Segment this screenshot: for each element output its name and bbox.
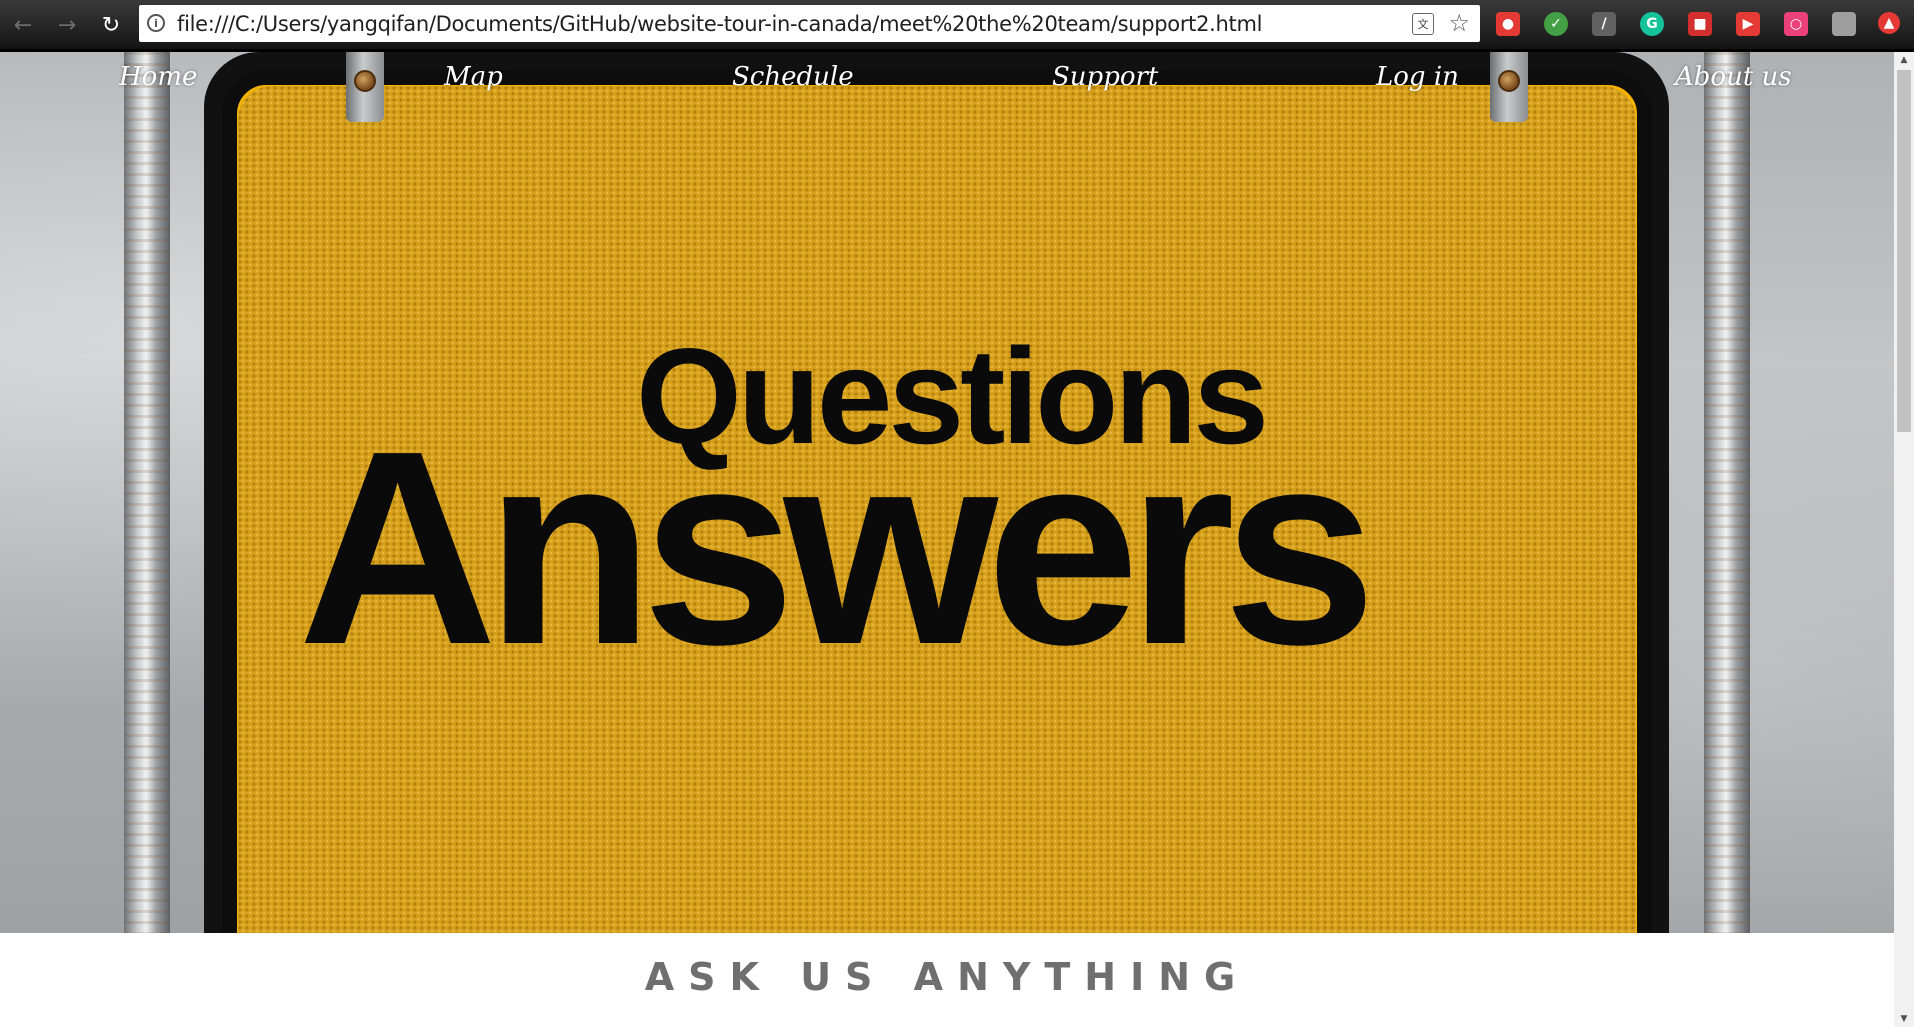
extension-red-play-icon[interactable]: ▶ xyxy=(1736,12,1760,36)
nav-support[interactable]: Support xyxy=(1052,62,1158,92)
nav-login[interactable]: Log in xyxy=(1376,62,1459,92)
extension-red-upload-icon[interactable]: ▲ xyxy=(1878,12,1900,34)
address-bar[interactable]: i file:///C:/Users/yangqifan/Documents/G… xyxy=(139,5,1480,42)
reload-icon[interactable]: ↻ xyxy=(96,10,126,40)
browser-toolbar: ← → ↻ i file:///C:/Users/yangqifan/Docum… xyxy=(0,0,1914,52)
star-icon[interactable]: ☆ xyxy=(1448,9,1470,37)
scroll-down-icon[interactable]: ▼ xyxy=(1894,1011,1914,1027)
extension-pink-square-icon[interactable]: ○ xyxy=(1784,12,1808,36)
extension-red-square-icon[interactable]: ■ xyxy=(1688,12,1712,36)
scroll-up-icon[interactable]: ▲ xyxy=(1894,52,1914,68)
url-text[interactable]: file:///C:/Users/yangqifan/Documents/Git… xyxy=(177,12,1262,36)
sign-pole-right xyxy=(1704,52,1750,933)
forward-arrow-icon[interactable]: → xyxy=(52,10,82,40)
extension-grammarly-icon[interactable]: G xyxy=(1640,12,1664,36)
nav-home[interactable]: Home xyxy=(119,62,197,92)
nav-schedule[interactable]: Schedule xyxy=(732,62,854,92)
extension-pdf-icon[interactable]: / xyxy=(1592,12,1616,36)
extension-checkmark-icon[interactable]: ✓ xyxy=(1544,12,1568,36)
back-arrow-icon[interactable]: ← xyxy=(8,10,38,40)
extension-grey-square-icon[interactable] xyxy=(1832,12,1856,36)
hero-banner: Questions Answers xyxy=(0,52,1894,933)
translate-icon[interactable]: 文 xyxy=(1412,13,1434,35)
scrollbar-thumb[interactable] xyxy=(1897,70,1911,432)
page-scrollbar[interactable]: ▲ ▼ xyxy=(1894,52,1914,1027)
section-heading: ASK US ANYTHING xyxy=(644,955,1250,999)
main-nav: Home Map Schedule Support Log in About u… xyxy=(0,62,1894,104)
extension-red-avatar-icon[interactable]: ● xyxy=(1496,12,1520,36)
sign-pole-left xyxy=(124,52,170,933)
nav-about[interactable]: About us xyxy=(1675,62,1792,92)
info-icon[interactable]: i xyxy=(147,14,165,32)
ask-section: ASK US ANYTHING xyxy=(0,933,1894,1027)
sign-text-answers: Answers xyxy=(298,394,1376,702)
nav-map[interactable]: Map xyxy=(444,62,503,92)
